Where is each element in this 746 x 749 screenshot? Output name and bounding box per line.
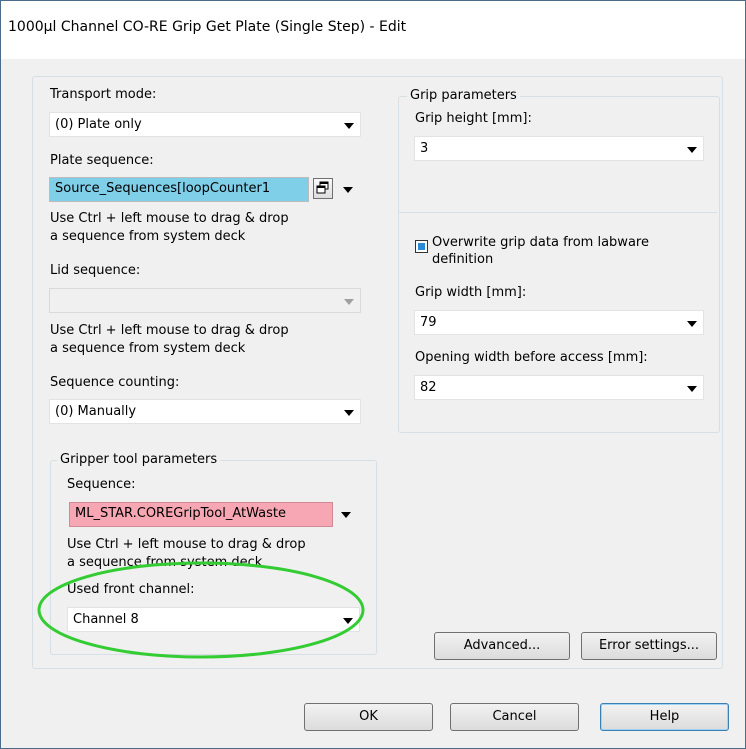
overwrite-grip-data-label-1: Overwrite grip data from labware bbox=[432, 235, 649, 250]
checkbox-indeterminate-icon bbox=[418, 243, 425, 250]
gripper-tool-title: Gripper tool parameters bbox=[57, 452, 221, 467]
lid-sequence-dropdown[interactable] bbox=[49, 288, 361, 313]
gripper-sequence-dropdown-button[interactable] bbox=[335, 503, 359, 525]
hint-line-1: Use Ctrl + left mouse to drag & drop bbox=[50, 211, 289, 226]
chevron-down-icon bbox=[344, 410, 354, 416]
title-bar: 1000µl Channel CO-RE Grip Get Plate (Sin… bbox=[1, 1, 745, 59]
ok-button[interactable]: OK bbox=[304, 703, 433, 731]
plate-sequence-value: Source_Sequences[loopCounter1 bbox=[55, 181, 271, 196]
sequence-counting-dropdown[interactable]: (0) Manually bbox=[49, 399, 361, 424]
gripper-sequence-field[interactable]: ML_STAR.COREGripTool_AtWaste bbox=[69, 502, 333, 527]
grip-height-dropdown[interactable]: 3 bbox=[414, 136, 704, 161]
hint-line-3: Use Ctrl + left mouse to drag & drop bbox=[50, 323, 289, 338]
grip-width-value: 79 bbox=[420, 315, 437, 330]
chevron-down-icon bbox=[344, 299, 354, 305]
transport-mode-dropdown[interactable]: (0) Plate only bbox=[49, 112, 361, 137]
grip-parameters-title: Grip parameters bbox=[407, 88, 520, 103]
window-title: 1000µl Channel CO-RE Grip Get Plate (Sin… bbox=[8, 19, 407, 35]
grip-parameters-group: Grip parameters Grip height [mm]: 3 Over… bbox=[398, 88, 720, 433]
opening-width-value: 82 bbox=[420, 380, 437, 395]
chevron-down-icon bbox=[687, 321, 697, 327]
cancel-button[interactable]: Cancel bbox=[450, 703, 579, 731]
chevron-down-icon bbox=[343, 187, 353, 193]
opening-width-label: Opening width before access [mm]: bbox=[415, 350, 648, 365]
chevron-down-icon bbox=[687, 147, 697, 153]
chevron-down-icon bbox=[341, 512, 351, 518]
chevron-down-icon bbox=[687, 386, 697, 392]
plate-sequence-label: Plate sequence: bbox=[50, 153, 154, 168]
sequence-counting-label: Sequence counting: bbox=[50, 375, 180, 390]
transport-mode-label: Transport mode: bbox=[50, 87, 157, 102]
hint-line-2: a sequence from system deck bbox=[50, 229, 246, 244]
lid-sequence-label: Lid sequence: bbox=[50, 263, 141, 278]
copy-window-icon bbox=[316, 181, 329, 194]
overwrite-grip-data-label-2: definition bbox=[432, 252, 494, 267]
sequence-picker-button[interactable] bbox=[313, 178, 333, 199]
gripper-hint-line-1: Use Ctrl + left mouse to drag & drop bbox=[67, 537, 306, 552]
highlight-ellipse bbox=[37, 561, 365, 659]
chevron-down-icon bbox=[344, 123, 354, 129]
transport-mode-value: (0) Plate only bbox=[55, 117, 142, 132]
grip-height-value: 3 bbox=[420, 141, 429, 156]
plate-sequence-dropdown-button[interactable] bbox=[335, 178, 361, 200]
dialog-window: 1000µl Channel CO-RE Grip Get Plate (Sin… bbox=[0, 0, 746, 749]
grip-width-dropdown[interactable]: 79 bbox=[414, 310, 704, 335]
opening-width-dropdown[interactable]: 82 bbox=[414, 375, 704, 400]
group-divider bbox=[399, 212, 717, 213]
plate-sequence-field[interactable]: Source_Sequences[loopCounter1 bbox=[49, 177, 309, 202]
advanced-button[interactable]: Advanced... bbox=[434, 632, 570, 660]
help-button[interactable]: Help bbox=[600, 703, 729, 731]
grip-width-label: Grip width [mm]: bbox=[415, 285, 527, 300]
hint-line-4: a sequence from system deck bbox=[50, 341, 246, 356]
gripper-sequence-value: ML_STAR.COREGripTool_AtWaste bbox=[75, 506, 286, 521]
grip-height-label: Grip height [mm]: bbox=[415, 111, 532, 126]
error-settings-button[interactable]: Error settings... bbox=[581, 632, 717, 660]
overwrite-grip-data-checkbox[interactable] bbox=[415, 240, 428, 253]
gripper-sequence-label: Sequence: bbox=[67, 477, 136, 492]
sequence-counting-value: (0) Manually bbox=[55, 404, 137, 419]
